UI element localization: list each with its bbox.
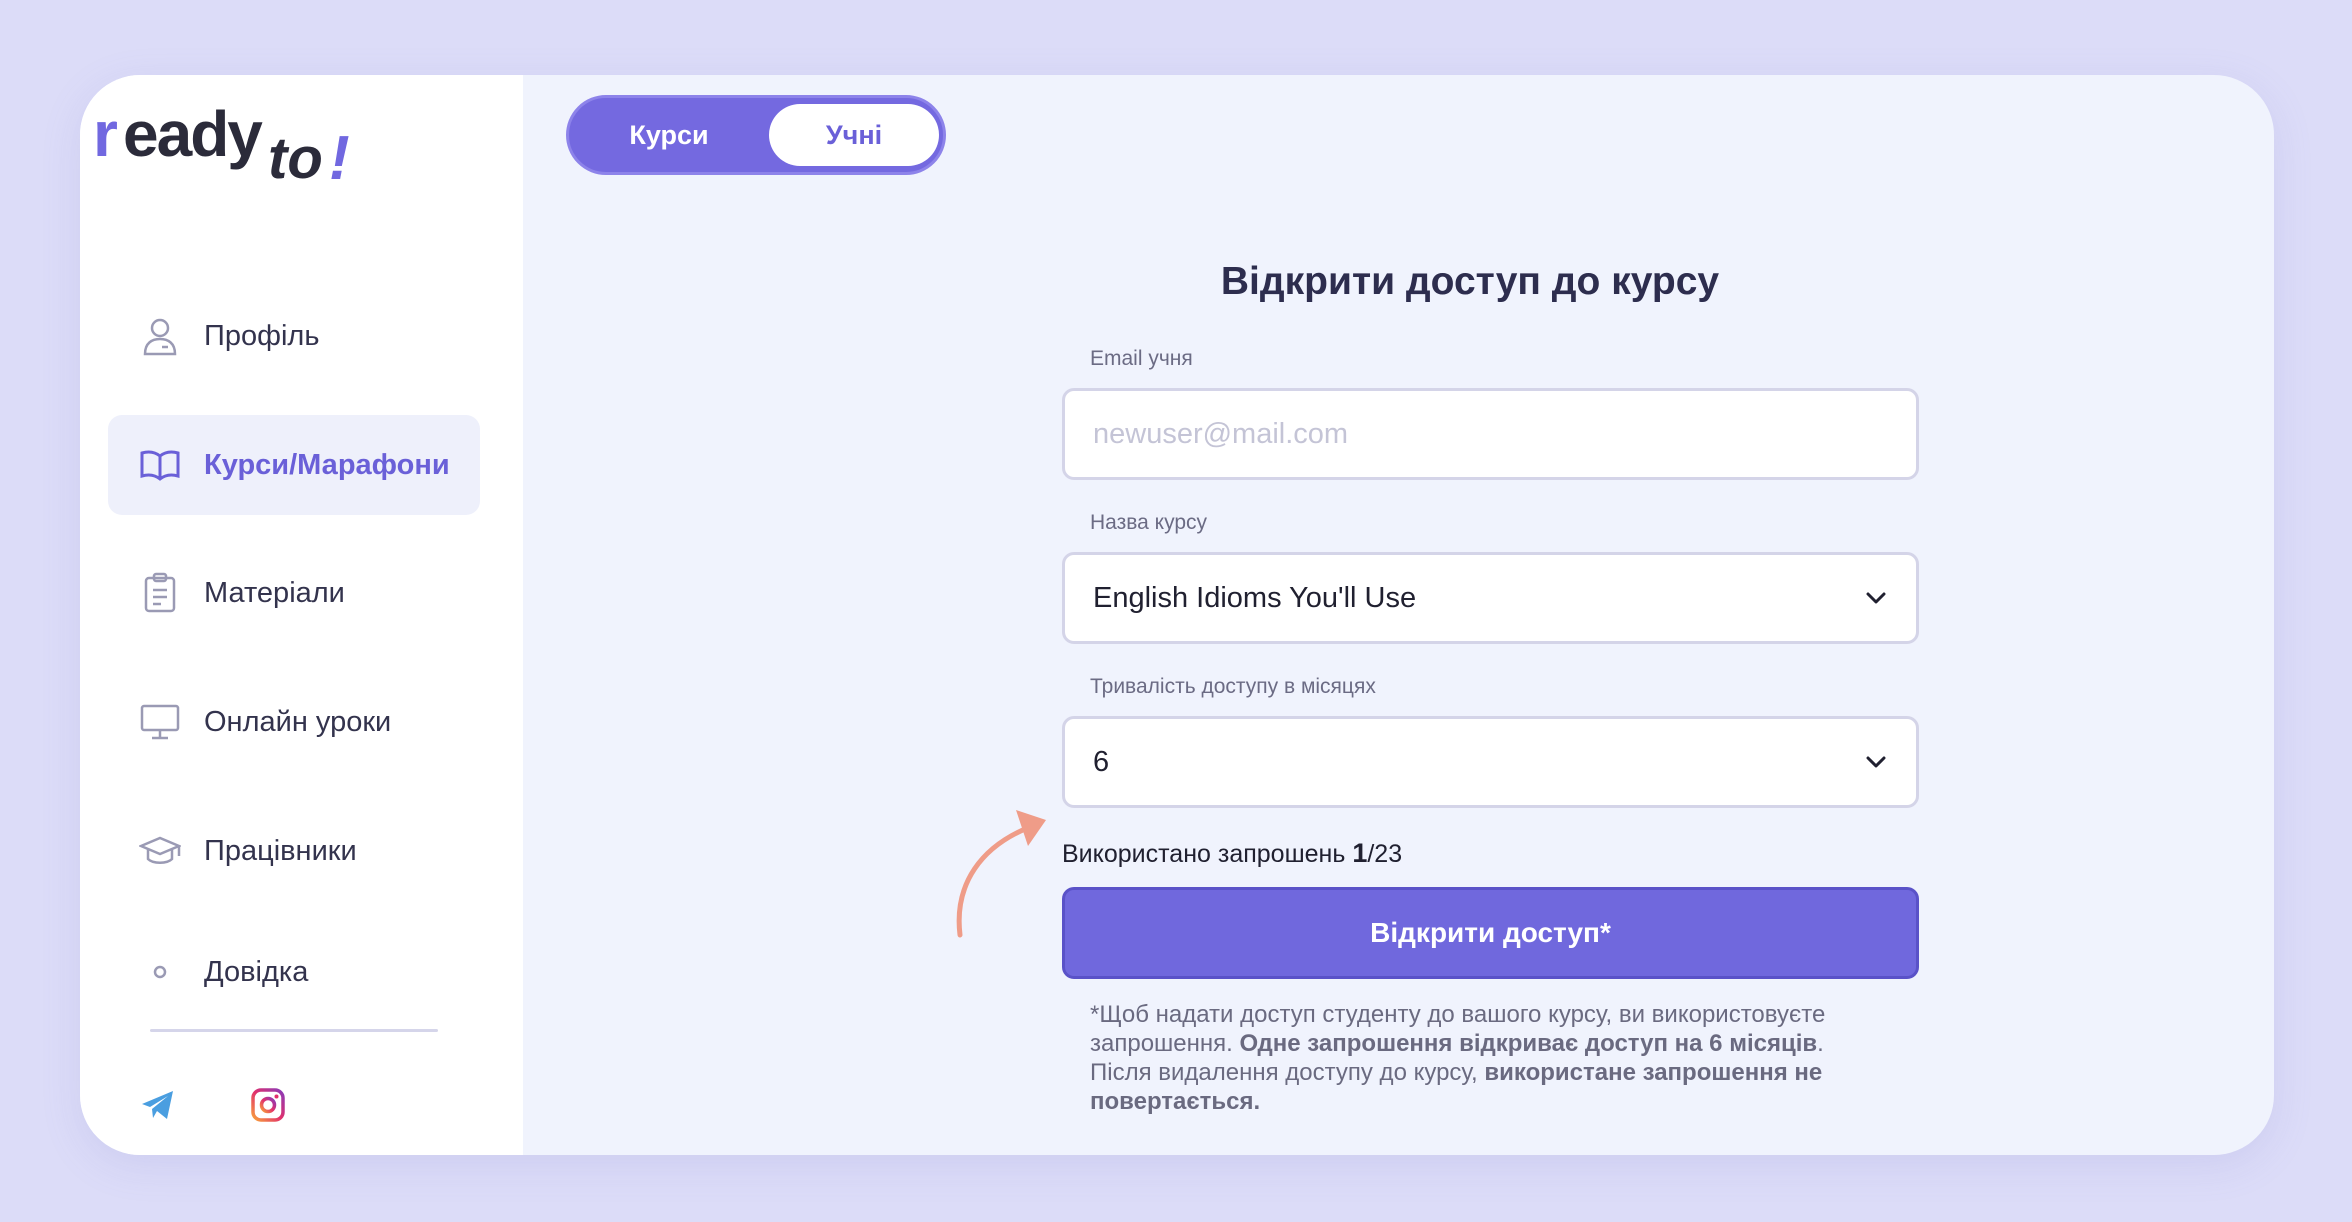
sidebar-item-help[interactable]: Довідка xyxy=(108,922,480,1022)
sidebar-item-label: Профіль xyxy=(204,319,320,352)
sidebar: r eady to ! Профіль Курси/Марафони Матер… xyxy=(80,75,523,1155)
annotation-arrow xyxy=(956,810,1046,938)
instagram-icon[interactable] xyxy=(248,1085,288,1125)
sidebar-item-label: Курси/Марафони xyxy=(204,448,450,481)
note-bold-1: Одне запрошення відкриває доступ на 6 мі… xyxy=(1239,1030,1818,1057)
logo[interactable]: r eady to ! xyxy=(93,97,353,197)
view-toggle: Курси Учні xyxy=(566,95,946,175)
dot-icon xyxy=(138,950,182,994)
course-label: Назва курсу xyxy=(1090,511,1208,534)
form-title: Відкрити доступ до курсу xyxy=(1220,260,1720,303)
course-select-value: English Idioms You'll Use xyxy=(1093,581,1417,614)
email-placeholder: newuser@mail.com xyxy=(1093,417,1349,450)
invites-counter: Використано запрошень 1/23 xyxy=(1062,838,1402,869)
clipboard-icon xyxy=(138,571,182,615)
telegram-icon[interactable] xyxy=(138,1085,178,1125)
open-access-button[interactable]: Відкрити доступ* xyxy=(1062,887,1919,979)
sidebar-item-materials[interactable]: Матеріали xyxy=(108,543,480,643)
sidebar-item-profile[interactable]: Профіль xyxy=(108,286,480,386)
logo-to: to xyxy=(268,126,323,191)
sidebar-item-label: Працівники xyxy=(204,834,357,867)
sidebar-item-label: Матеріали xyxy=(204,576,345,609)
sidebar-item-online-lessons[interactable]: Онлайн уроки xyxy=(108,672,480,772)
sidebar-item-courses[interactable]: Курси/Марафони xyxy=(108,415,480,515)
tab-students[interactable]: Учні xyxy=(769,104,939,166)
logo-r: r xyxy=(93,98,118,170)
invites-total: /23 xyxy=(1367,840,1403,868)
user-icon xyxy=(138,314,182,358)
duration-select-value: 6 xyxy=(1093,745,1110,778)
sidebar-divider xyxy=(150,1029,438,1032)
book-icon xyxy=(138,443,182,487)
invites-used: 1 xyxy=(1352,838,1368,868)
email-label: Email учня xyxy=(1090,347,1193,370)
logo-exclamation: ! xyxy=(329,124,350,193)
sidebar-item-label: Довідка xyxy=(204,955,309,988)
sidebar-item-employees[interactable]: Працівники xyxy=(108,801,480,901)
duration-label: Тривалість доступу в місяцях xyxy=(1090,675,1376,698)
chevron-down-icon xyxy=(1864,586,1888,610)
app-window: r eady to ! Профіль Курси/Марафони Матер… xyxy=(80,75,2274,1155)
duration-select[interactable]: 6 xyxy=(1062,716,1919,808)
invites-label: Використано запрошень xyxy=(1062,840,1353,868)
monitor-icon xyxy=(138,700,182,744)
chevron-down-icon xyxy=(1864,750,1888,774)
graduation-cap-icon xyxy=(138,829,182,873)
sidebar-item-label: Онлайн уроки xyxy=(204,705,392,738)
logo-main: eady xyxy=(123,98,263,170)
course-select[interactable]: English Idioms You'll Use xyxy=(1062,552,1919,644)
tab-courses[interactable]: Курси xyxy=(569,98,769,172)
access-note: *Щоб надати доступ студенту до вашого ку… xyxy=(1090,1000,1890,1116)
email-field[interactable]: newuser@mail.com xyxy=(1062,388,1919,480)
